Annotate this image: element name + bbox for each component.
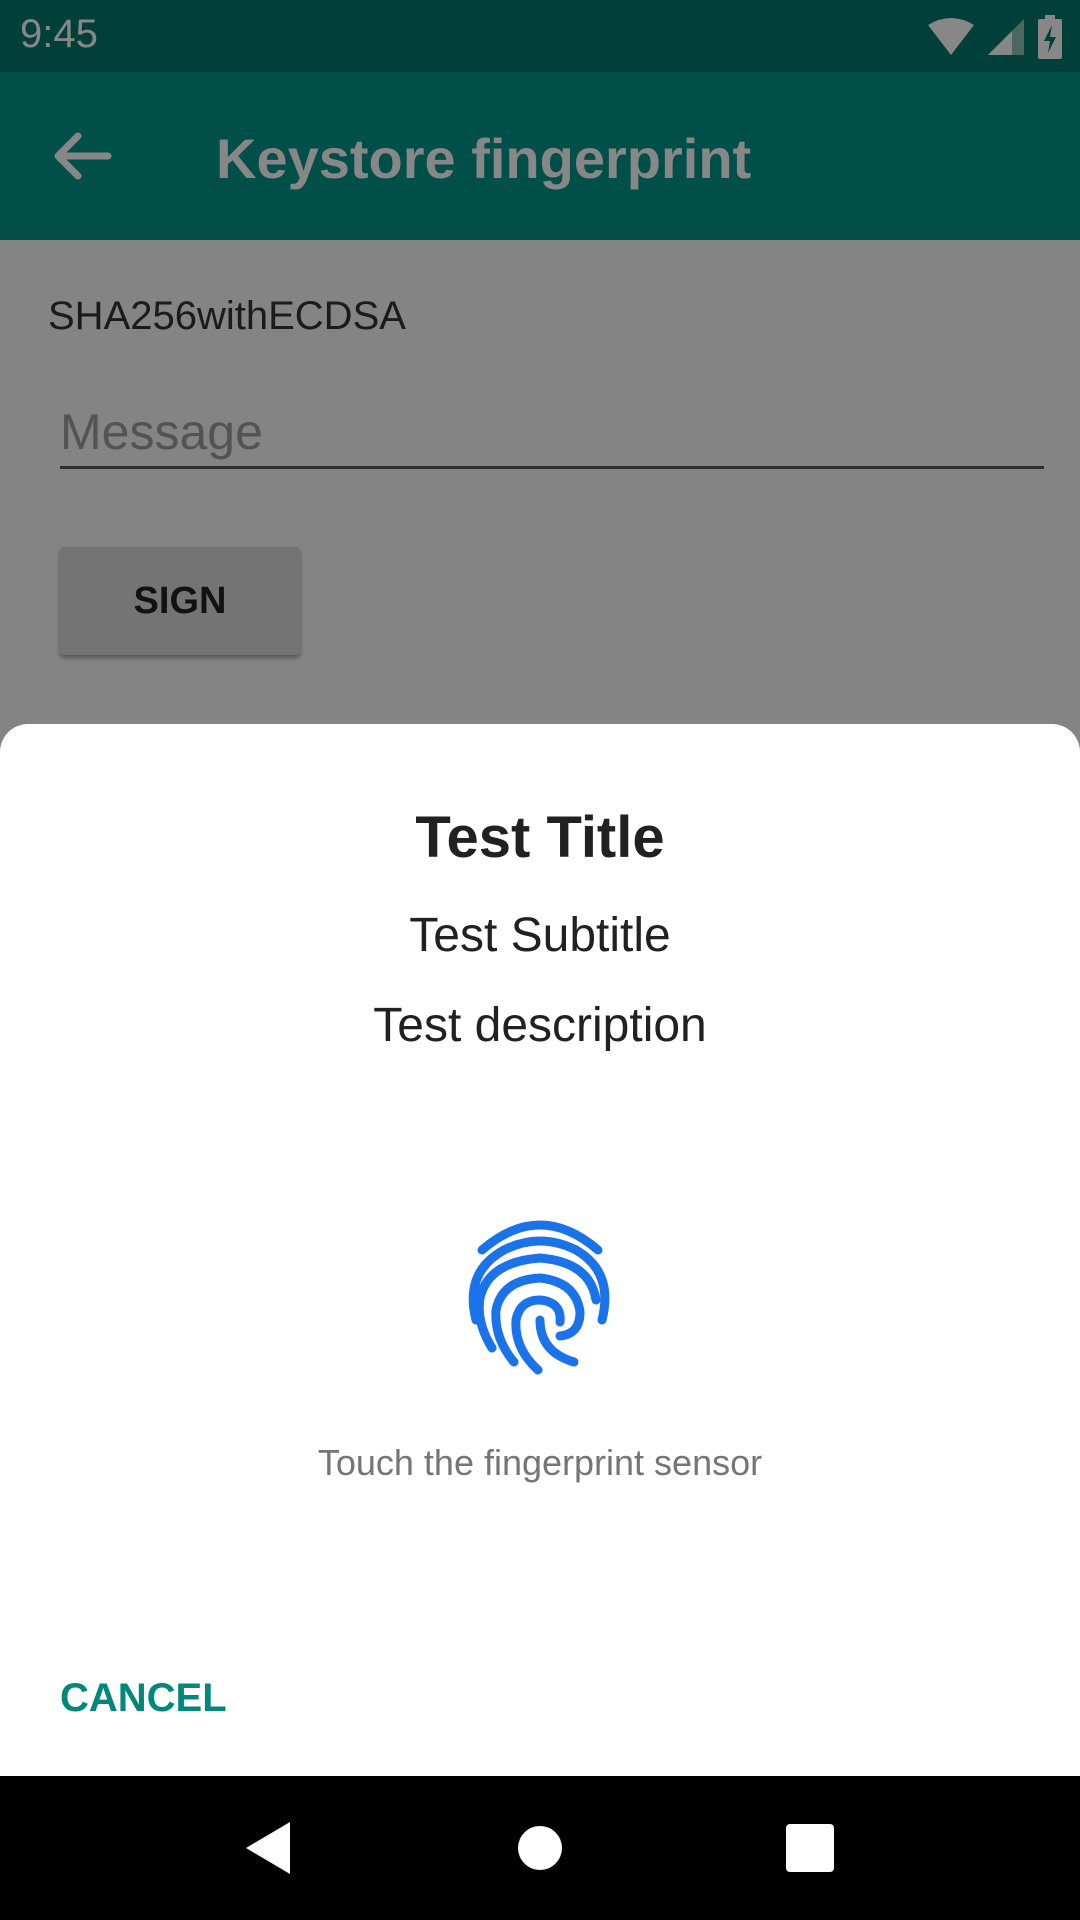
biometric-dialog: Test Title Test Subtitle Test descriptio… xyxy=(0,724,1080,1776)
dialog-description: Test description xyxy=(373,999,707,1052)
fingerprint-hint: Touch the fingerprint sensor xyxy=(317,1442,763,1483)
cancel-button[interactable]: CANCEL xyxy=(60,1676,227,1721)
fingerprint-icon xyxy=(468,1220,610,1375)
dialog-title: Test Title xyxy=(415,805,665,870)
nav-recents-icon[interactable] xyxy=(782,1820,838,1876)
nav-back-icon[interactable] xyxy=(242,1820,298,1876)
dialog-subtitle: Test Subtitle xyxy=(409,909,671,962)
navigation-bar xyxy=(0,1776,1080,1920)
nav-home-icon[interactable] xyxy=(512,1820,568,1876)
